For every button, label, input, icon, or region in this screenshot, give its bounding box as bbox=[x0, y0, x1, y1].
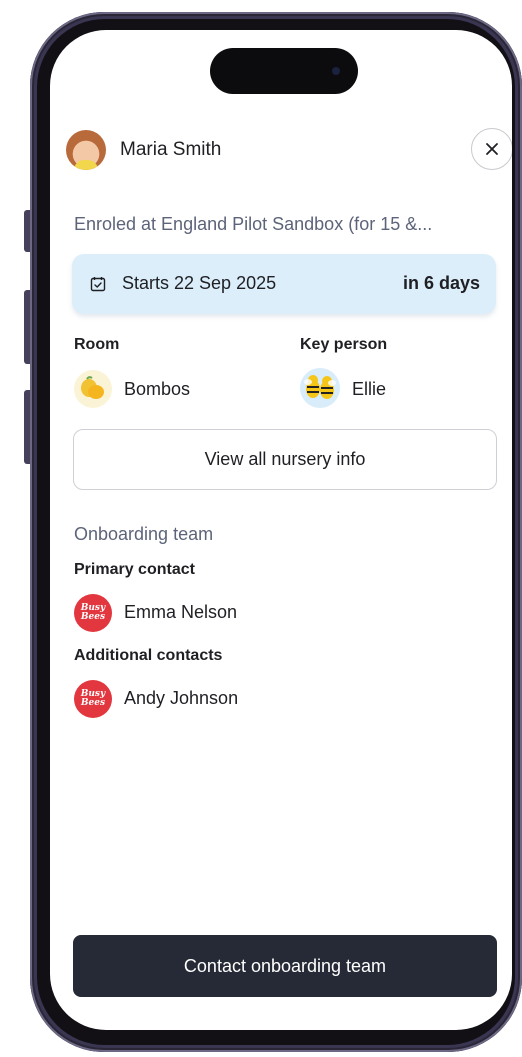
room-name: Bombos bbox=[124, 379, 191, 399]
key-person-heading: Key person bbox=[300, 336, 388, 353]
contact-onboarding-team-button[interactable]: Contact onboarding team bbox=[73, 935, 497, 997]
close-icon bbox=[486, 143, 498, 155]
start-date-banner: Starts 22 Sep 2025 in 6 days bbox=[72, 254, 496, 314]
child-header: Maria Smith bbox=[66, 128, 512, 172]
onboarding-section-title: Onboarding team bbox=[74, 524, 214, 544]
busy-bees-logo: Busy Bees bbox=[74, 680, 112, 718]
busy-bees-logo: Busy Bees bbox=[74, 594, 112, 632]
phone-mockup: Maria Smith Enroled at England Pilot San… bbox=[0, 0, 522, 1057]
start-countdown: in 6 days bbox=[402, 273, 480, 293]
room-heading: Room bbox=[74, 336, 120, 353]
dynamic-island bbox=[210, 48, 358, 94]
camera-lens bbox=[332, 67, 340, 75]
additional-contacts-heading: Additional contacts bbox=[74, 647, 223, 664]
primary-contact-heading: Primary contact bbox=[74, 561, 195, 578]
close-button[interactable] bbox=[471, 128, 512, 170]
logo-text-bottom: Bees bbox=[80, 698, 106, 708]
lemon-icon bbox=[74, 370, 112, 408]
child-avatar bbox=[66, 130, 106, 170]
calendar-check-icon bbox=[90, 277, 106, 292]
key-person-name: Ellie bbox=[352, 379, 387, 399]
enrolment-text: Enroled at England Pilot Sandbox (for 15… bbox=[74, 214, 433, 234]
child-name: Maria Smith bbox=[120, 139, 222, 160]
primary-contact-name: Emma Nelson bbox=[124, 602, 238, 622]
view-nursery-info-button[interactable]: View all nursery info bbox=[73, 429, 497, 490]
bees-icon bbox=[300, 368, 340, 408]
start-date-label: Starts 22 Sep 2025 bbox=[122, 273, 277, 293]
app-screen: Maria Smith Enroled at England Pilot San… bbox=[50, 30, 512, 1030]
logo-text-bottom: Bees bbox=[80, 612, 106, 622]
avatar-shirt bbox=[74, 160, 98, 170]
additional-contact-name: Andy Johnson bbox=[124, 688, 239, 708]
